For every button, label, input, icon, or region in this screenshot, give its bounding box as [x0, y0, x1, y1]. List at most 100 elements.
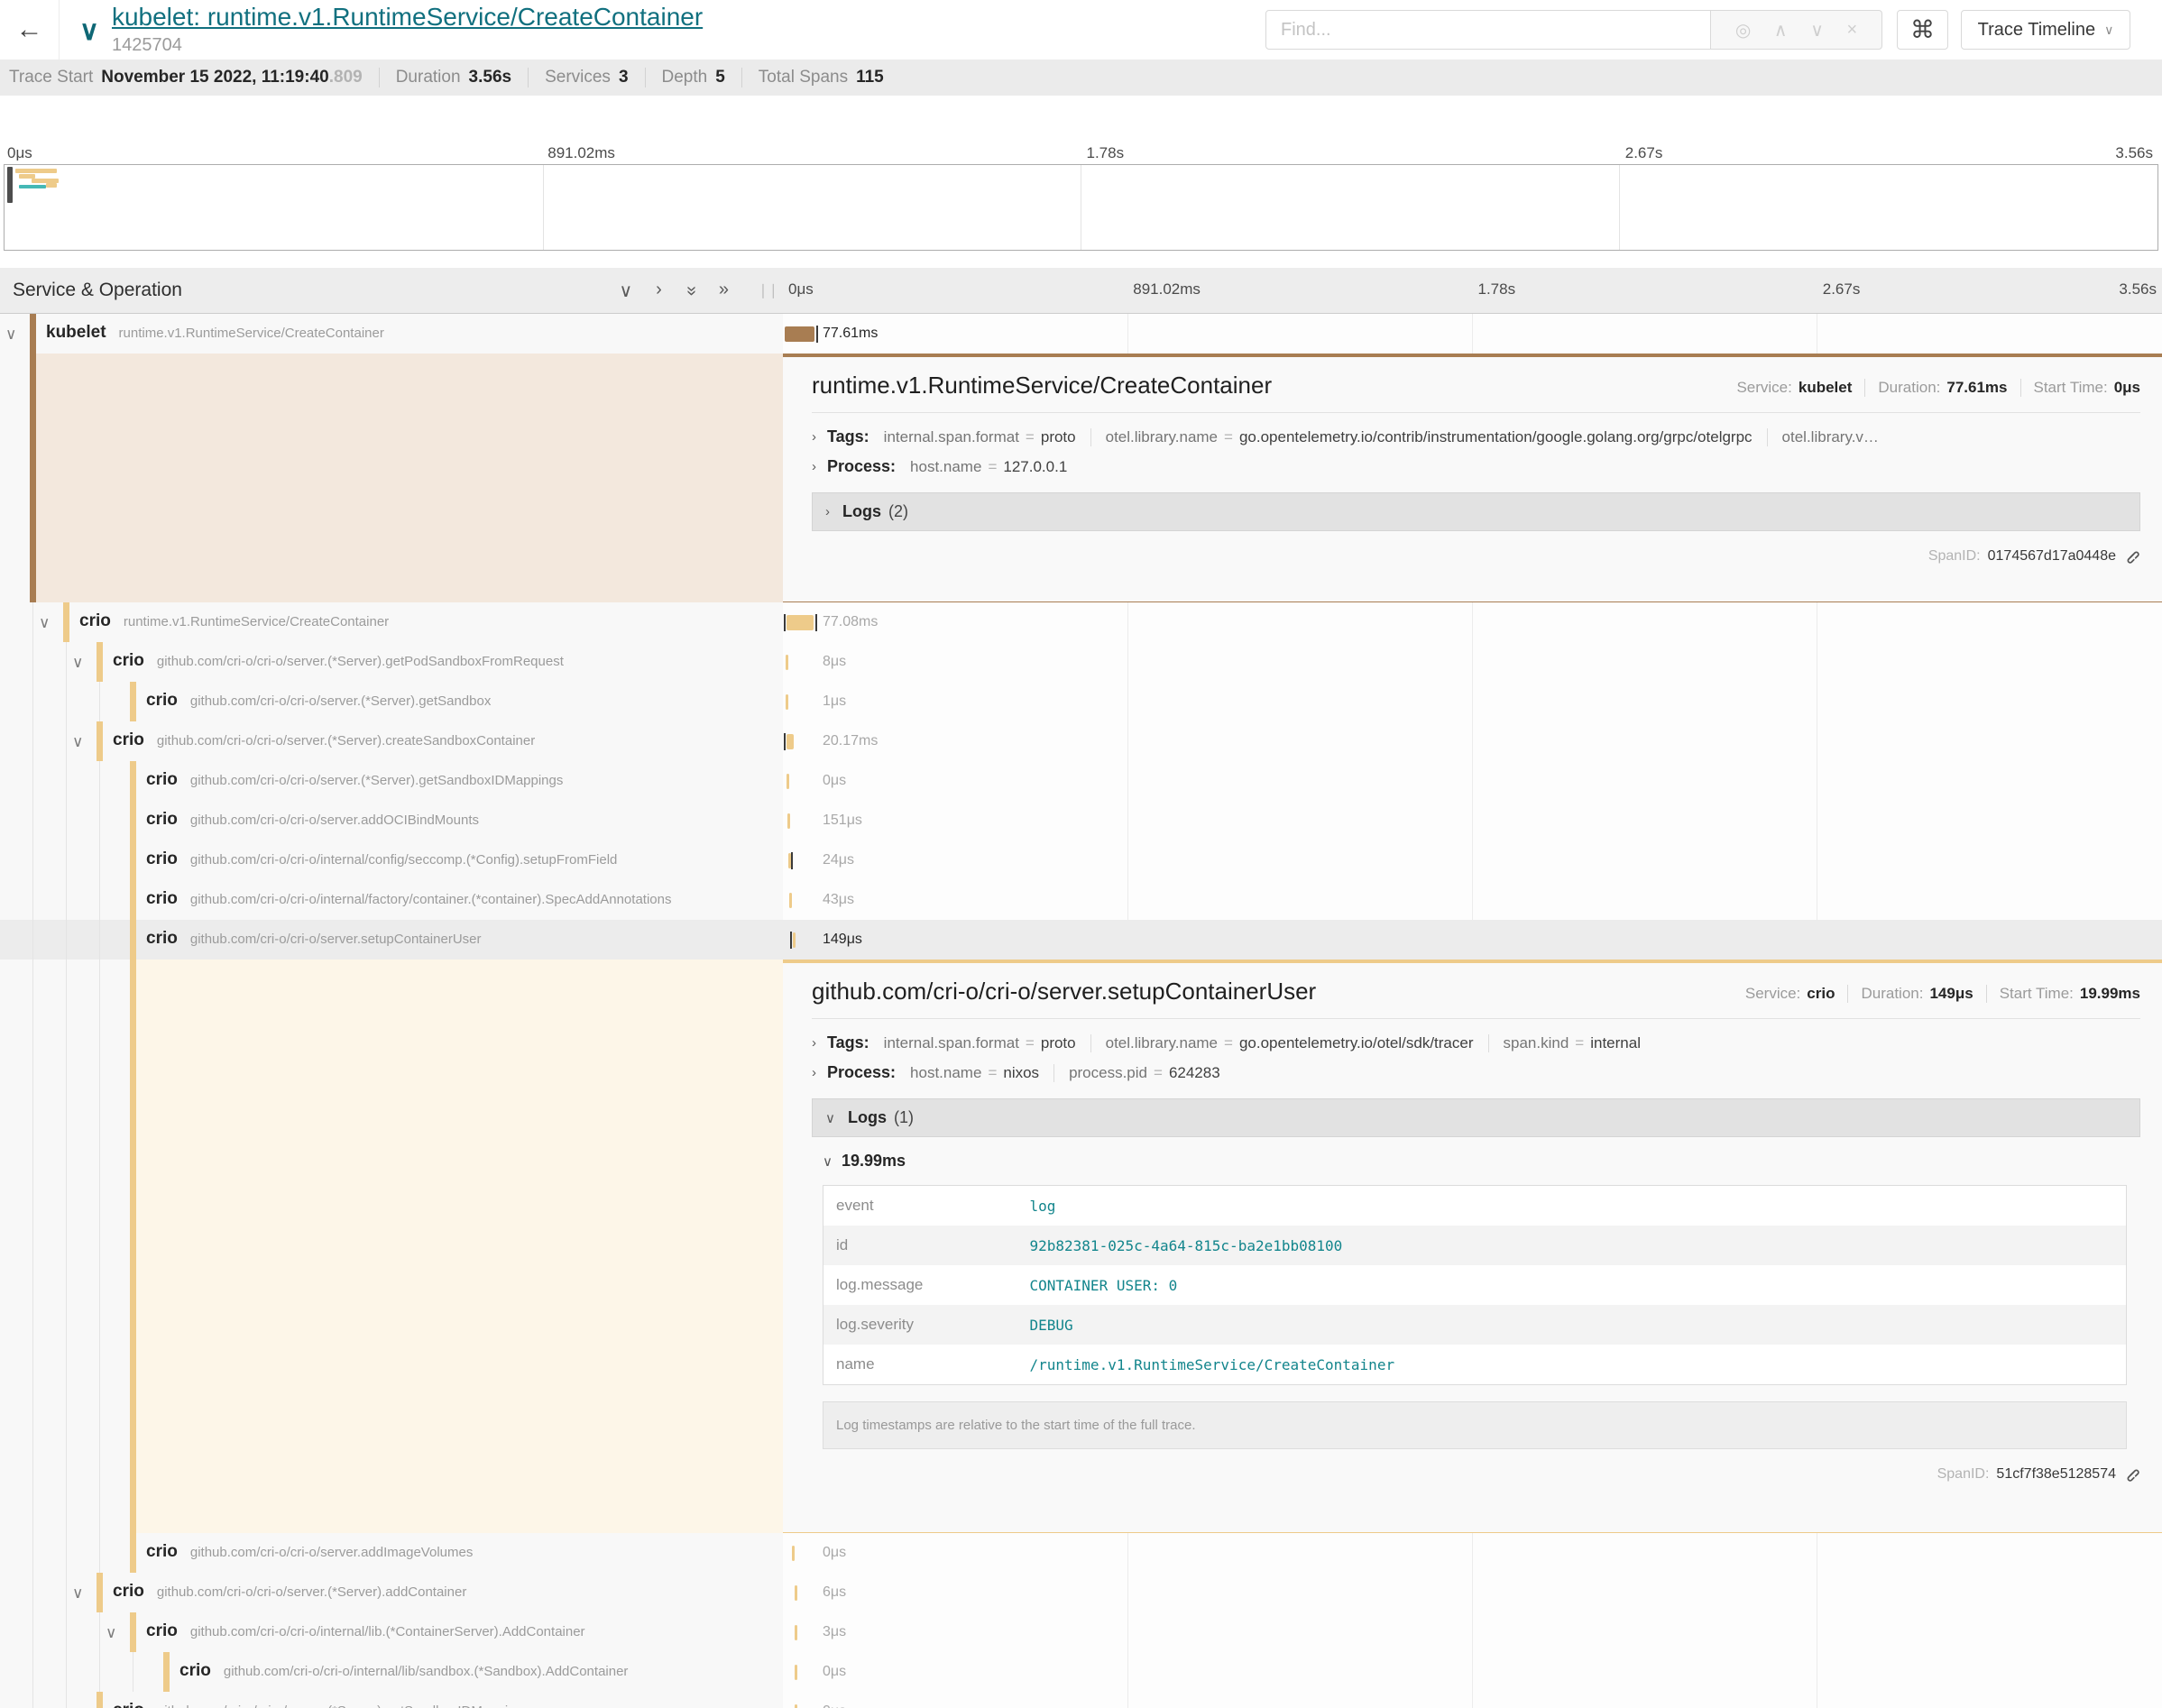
span-detail-indent	[0, 960, 783, 1533]
meta-value: 115	[856, 68, 884, 87]
span-row[interactable]: criogithub.com/cri-o/cri-o/internal/conf…	[0, 840, 2162, 880]
column-resizer-handle[interactable]: ❘❘	[757, 281, 777, 299]
next-match-icon[interactable]: ∨	[1810, 19, 1824, 41]
span-color-bar	[97, 1573, 103, 1612]
minimap-canvas[interactable]	[4, 164, 2158, 251]
span-timeline-cell[interactable]: 77.61ms	[783, 314, 2162, 354]
process-row[interactable]: ›Process:host.name=nixosprocess.pid=6242…	[812, 1063, 2140, 1082]
span-duration-bar[interactable]	[786, 694, 788, 710]
span-duration-bar[interactable]	[785, 326, 814, 342]
span-timeline-cell[interactable]: 77.08ms	[783, 602, 2162, 642]
trace-view-dropdown[interactable]: Trace Timeline ∨	[1961, 10, 2130, 50]
span-duration-bar[interactable]	[795, 1625, 797, 1640]
span-duration-bar[interactable]	[787, 774, 789, 789]
chevron-down-icon[interactable]: ∨	[72, 654, 83, 672]
span-duration-bar[interactable]	[787, 734, 794, 749]
span-timeline-cell[interactable]: 0μs	[783, 1533, 2162, 1573]
span-timeline-cell[interactable]: 20.17ms	[783, 721, 2162, 761]
link-icon[interactable]	[2123, 1465, 2140, 1483]
find-input[interactable]	[1265, 10, 1711, 50]
prev-match-icon[interactable]: ∧	[1774, 19, 1788, 41]
tree-guide-line	[32, 960, 33, 1533]
span-name-cell[interactable]: ∨criogithub.com/cri-o/cri-o/server.(*Ser…	[0, 1573, 783, 1612]
span-row[interactable]: ∨criogithub.com/cri-o/cri-o/server.(*Ser…	[0, 1573, 2162, 1612]
span-row[interactable]: criogithub.com/cri-o/cri-o/internal/fact…	[0, 880, 2162, 920]
span-name-cell[interactable]: ∨crioruntime.v1.RuntimeService/CreateCon…	[0, 602, 783, 642]
span-row[interactable]: criogithub.com/cri-o/cri-o/server.(*Serv…	[0, 682, 2162, 721]
tags-row[interactable]: ›Tags:internal.span.format=protootel.lib…	[812, 1033, 2140, 1052]
detail-span-meta: Service:kubeletDuration:77.61msStart Tim…	[1736, 379, 2140, 397]
span-duration-bar[interactable]	[786, 655, 788, 670]
span-timeline-cell[interactable]: 1μs	[783, 682, 2162, 721]
span-name-cell[interactable]: ∨criogithub.com/cri-o/cri-o/internal/lib…	[0, 1612, 783, 1652]
chevron-down-icon: ∨	[2104, 23, 2113, 38]
span-timeline-cell[interactable]: 0μs	[783, 1692, 2162, 1708]
logs-section-header[interactable]: ›Logs(2)	[812, 492, 2140, 531]
span-row[interactable]: ∨kubeletruntime.v1.RuntimeService/Create…	[0, 314, 2162, 354]
span-duration-bar[interactable]	[787, 615, 814, 630]
process-row[interactable]: ›Process:host.name=127.0.0.1	[812, 457, 2140, 476]
span-row[interactable]: criogithub.com/cri-o/cri-o/server.(*Serv…	[0, 761, 2162, 801]
span-timeline-cell[interactable]: 24μs	[783, 840, 2162, 880]
span-name-cell[interactable]: ∨criogithub.com/cri-o/cri-o/server.(*Ser…	[0, 642, 783, 682]
span-timeline-cell[interactable]: 0μs	[783, 761, 2162, 801]
chevron-down-icon[interactable]: ∨	[106, 1624, 116, 1642]
minimap-scrubber-handle[interactable]	[7, 167, 13, 203]
logs-section-header[interactable]: ∨Logs(1)	[812, 1098, 2140, 1137]
span-row[interactable]: criogithub.com/cri-o/cri-o/server.addIma…	[0, 1533, 2162, 1573]
span-name-cell[interactable]: criogithub.com/cri-o/cri-o/server.(*Serv…	[0, 1692, 783, 1708]
trace-title-link[interactable]: kubelet: runtime.v1.RuntimeService/Creat…	[112, 4, 703, 32]
span-duration-bar[interactable]	[795, 1665, 797, 1680]
span-timeline-cell[interactable]: 3μs	[783, 1612, 2162, 1652]
span-row[interactable]: ∨criogithub.com/cri-o/cri-o/server.(*Ser…	[0, 721, 2162, 761]
span-duration-bar[interactable]	[793, 932, 796, 948]
span-row[interactable]: criogithub.com/cri-o/cri-o/server.(*Serv…	[0, 1692, 2162, 1708]
tree-guide-line	[66, 801, 67, 840]
span-row[interactable]: criogithub.com/cri-o/cri-o/internal/lib/…	[0, 1652, 2162, 1692]
span-timeline-cell[interactable]: 43μs	[783, 880, 2162, 920]
span-duration-bar[interactable]	[787, 813, 790, 829]
keyboard-shortcuts-button[interactable]: ⌘	[1897, 10, 1948, 50]
chevron-down-icon[interactable]: ∨	[72, 1584, 83, 1602]
back-arrow-icon[interactable]: ←	[0, 0, 60, 60]
span-row[interactable]: criogithub.com/cri-o/cri-o/server.addOCI…	[0, 801, 2162, 840]
span-name-cell[interactable]: criogithub.com/cri-o/cri-o/server.addOCI…	[0, 801, 783, 840]
span-row[interactable]: criogithub.com/cri-o/cri-o/server.setupC…	[0, 920, 2162, 960]
span-name-cell[interactable]: criogithub.com/cri-o/cri-o/server.(*Serv…	[0, 761, 783, 801]
link-icon[interactable]	[2123, 547, 2140, 565]
collapse-one-icon[interactable]: ∨	[619, 280, 632, 302]
collapse-header-icon[interactable]: ∨	[79, 18, 99, 45]
span-timeline-cell[interactable]: 6μs	[783, 1573, 2162, 1612]
span-duration-bar[interactable]	[792, 1546, 795, 1561]
span-timeline-cell[interactable]: 8μs	[783, 642, 2162, 682]
span-row[interactable]: ∨criogithub.com/cri-o/cri-o/internal/lib…	[0, 1612, 2162, 1652]
span-row[interactable]: ∨crioruntime.v1.RuntimeService/CreateCon…	[0, 602, 2162, 642]
span-duration-label: 151μs	[823, 813, 862, 829]
expand-all-icon[interactable]: »	[719, 280, 729, 302]
span-duration-bar[interactable]	[795, 1704, 797, 1708]
span-name-cell[interactable]: ∨kubeletruntime.v1.RuntimeService/Create…	[0, 314, 783, 354]
span-timeline-cell[interactable]: 0μs	[783, 1652, 2162, 1692]
span-name-cell[interactable]: criogithub.com/cri-o/cri-o/internal/lib/…	[0, 1652, 783, 1692]
span-name-cell[interactable]: criogithub.com/cri-o/cri-o/server.(*Serv…	[0, 682, 783, 721]
span-name-cell[interactable]: criogithub.com/cri-o/cri-o/internal/conf…	[0, 840, 783, 880]
chevron-down-icon[interactable]: ∨	[39, 614, 50, 632]
span-row[interactable]: ∨criogithub.com/cri-o/cri-o/server.(*Ser…	[0, 642, 2162, 682]
span-duration-bar[interactable]	[795, 1585, 797, 1601]
chevron-down-icon[interactable]: ∨	[72, 733, 83, 751]
span-timeline-cell[interactable]: 149μs	[783, 920, 2162, 960]
expand-one-icon[interactable]: ›	[656, 280, 662, 302]
clear-find-icon[interactable]: ×	[1846, 20, 1857, 41]
span-timeline-cell[interactable]: 151μs	[783, 801, 2162, 840]
span-service-name: criogithub.com/cri-o/cri-o/server.(*Serv…	[146, 691, 491, 711]
focus-match-icon[interactable]: ◎	[1735, 19, 1751, 41]
tags-row[interactable]: ›Tags:internal.span.format=protootel.lib…	[812, 427, 2140, 446]
log-entry-timestamp[interactable]: ∨19.99ms	[823, 1152, 2140, 1171]
span-name-cell[interactable]: criogithub.com/cri-o/cri-o/server.addIma…	[0, 1533, 783, 1573]
span-name-cell[interactable]: ∨criogithub.com/cri-o/cri-o/server.(*Ser…	[0, 721, 783, 761]
span-name-cell[interactable]: criogithub.com/cri-o/cri-o/server.setupC…	[0, 920, 783, 960]
chevron-down-icon[interactable]: ∨	[5, 326, 16, 344]
span-name-cell[interactable]: criogithub.com/cri-o/cri-o/internal/fact…	[0, 880, 783, 920]
span-duration-bar[interactable]	[789, 893, 792, 908]
collapse-all-icon[interactable]: »	[679, 285, 702, 295]
